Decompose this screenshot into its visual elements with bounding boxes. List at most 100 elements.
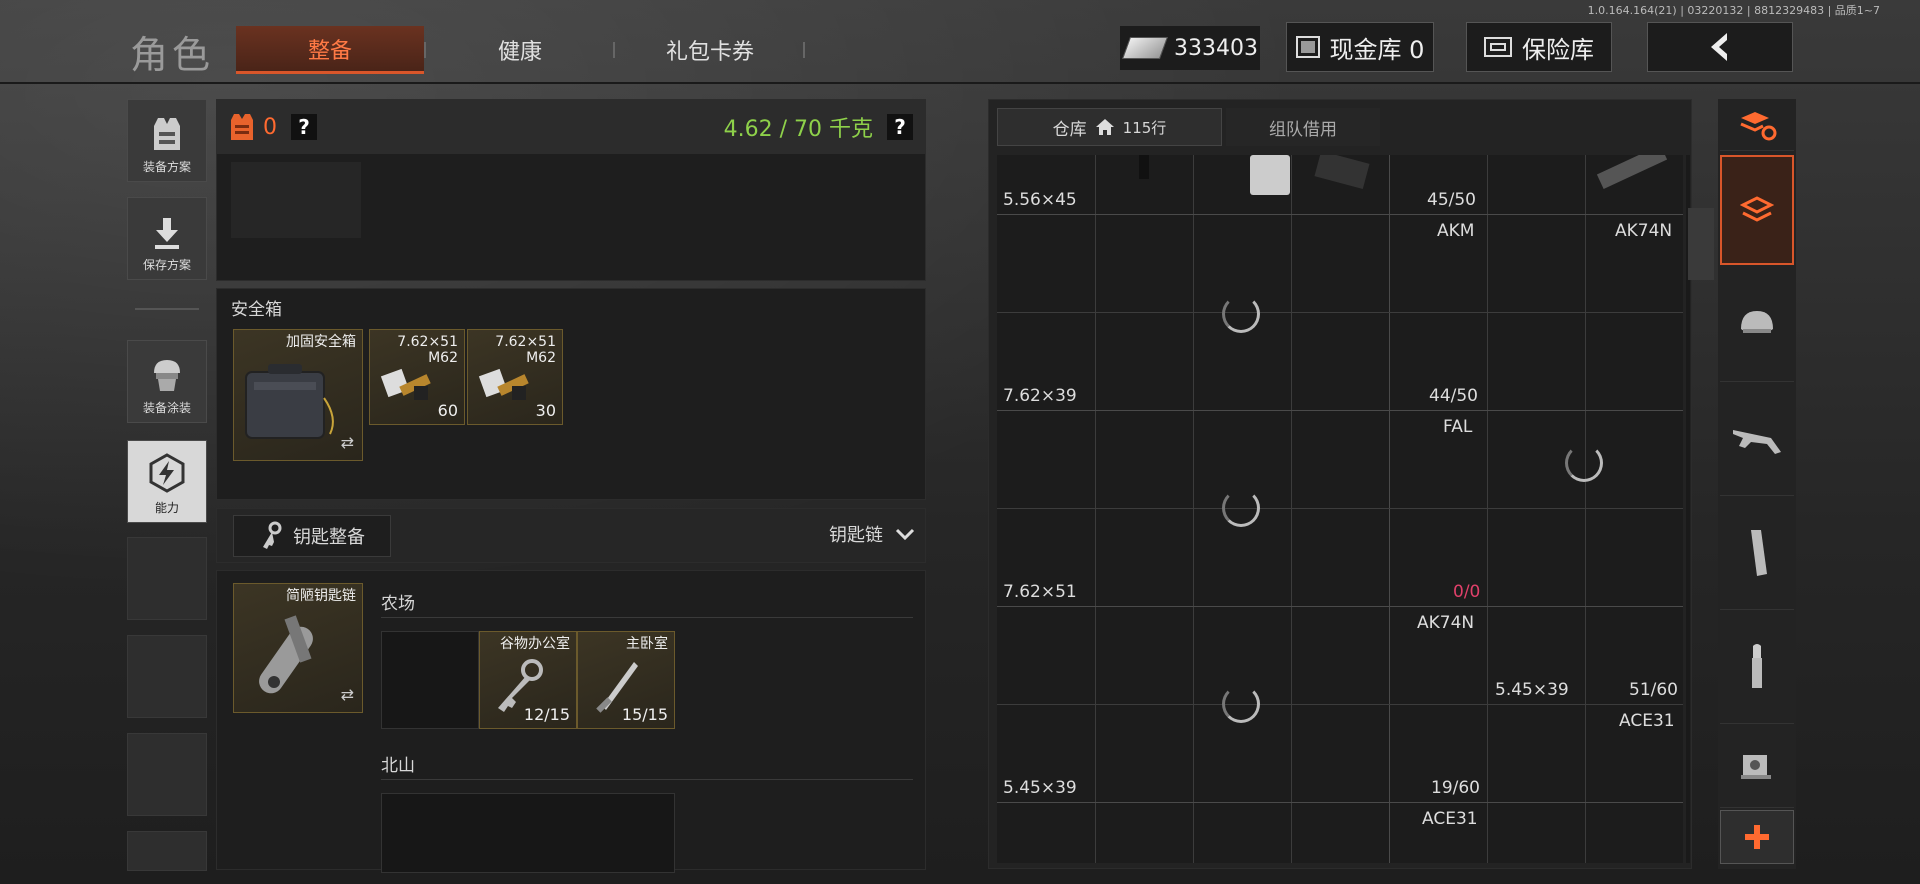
ammo-type: M62 bbox=[526, 350, 556, 366]
swap-icon: ⇄ bbox=[340, 685, 354, 704]
back-arrow-icon bbox=[1711, 33, 1727, 61]
weight-help-button[interactable]: ? bbox=[887, 114, 913, 140]
tab-gift-coupons[interactable]: 礼包卡券 bbox=[630, 26, 790, 74]
ammo-box-icon bbox=[380, 368, 431, 400]
magazine-icon bbox=[1751, 529, 1767, 576]
save-plan-button[interactable]: 保存方案 bbox=[127, 197, 207, 280]
loading-spinner-icon bbox=[1565, 444, 1603, 482]
ammo-caliber: 7.62×51 bbox=[397, 334, 458, 350]
money-amount: 333403 bbox=[1174, 35, 1258, 61]
ammo-slot[interactable]: 7.62×51 M62 30 bbox=[467, 329, 563, 425]
ability-button[interactable]: 能力 bbox=[127, 440, 207, 523]
armor-vest-icon bbox=[231, 114, 253, 140]
item-count: 45/50 bbox=[1427, 190, 1476, 210]
cash-vault-button[interactable]: 现金库 0 bbox=[1286, 22, 1434, 72]
empty-slot bbox=[127, 635, 207, 718]
armor-count: 0 bbox=[263, 114, 277, 140]
item-image bbox=[1596, 155, 1668, 190]
scrollbar-thumb[interactable] bbox=[1688, 208, 1714, 280]
item-count: 0/0 bbox=[1453, 582, 1481, 602]
keychain-slot[interactable]: 简陋钥匙链 ⇄ bbox=[233, 583, 363, 713]
section-divider bbox=[381, 617, 913, 618]
loading-spinner-icon bbox=[1222, 295, 1260, 333]
layers-refresh-icon bbox=[1740, 111, 1777, 140]
section-divider bbox=[381, 779, 913, 780]
key-section-title: 农场 bbox=[381, 594, 415, 614]
keychain-icon bbox=[259, 615, 313, 694]
item-name: AK74N bbox=[1417, 613, 1475, 633]
menu-divider bbox=[135, 308, 199, 310]
download-icon bbox=[155, 218, 179, 249]
item-name: ACE31 bbox=[1422, 809, 1478, 829]
safe-vault-button[interactable]: 保险库 bbox=[1466, 22, 1612, 72]
item-image bbox=[1250, 155, 1290, 195]
keychain-dropdown[interactable]: 钥匙链 bbox=[829, 521, 915, 547]
key-section-title: 北山 bbox=[381, 756, 415, 776]
armor-help-button[interactable]: ? bbox=[291, 114, 317, 140]
skin-button[interactable]: 装备涂装 bbox=[127, 340, 207, 423]
warehouse-rows: 115行 bbox=[1122, 118, 1167, 137]
category-magazine[interactable] bbox=[1720, 496, 1794, 610]
plus-icon bbox=[1745, 825, 1769, 849]
ammo-slot[interactable]: 7.62×51 M62 60 bbox=[369, 329, 465, 425]
category-ammo[interactable] bbox=[1720, 610, 1794, 724]
ammo-box-icon bbox=[478, 368, 529, 400]
item-caliber: 5.45×39 bbox=[1495, 680, 1569, 700]
ammo-caliber: 7.62×51 bbox=[495, 334, 556, 350]
back-button[interactable] bbox=[1647, 22, 1793, 72]
key-slot[interactable]: 谷物办公室 12/15 bbox=[479, 631, 577, 729]
scope-icon bbox=[1741, 754, 1771, 779]
money-display: 333403 bbox=[1120, 26, 1260, 70]
vault-icon bbox=[1295, 36, 1320, 58]
key-icon bbox=[263, 521, 282, 549]
cash-vault-label: 现金库 0 bbox=[1329, 35, 1425, 64]
category-attachment[interactable] bbox=[1720, 724, 1794, 808]
loading-spinner-icon bbox=[1222, 489, 1260, 527]
tab-health[interactable]: 健康 bbox=[440, 26, 600, 74]
cash-icon bbox=[1121, 37, 1169, 59]
key-slot-empty[interactable] bbox=[381, 793, 675, 873]
armor-panel: 0 ? 4.62 / 70 千克 ? bbox=[216, 99, 926, 281]
tab-warehouse[interactable]: 仓库 115行 bbox=[997, 108, 1222, 146]
key-name: 主卧室 bbox=[626, 636, 668, 652]
tab-team-borrow[interactable]: 组队借用 bbox=[1226, 108, 1380, 146]
key-slot[interactable]: 主卧室 15/15 bbox=[577, 631, 675, 729]
safebox-container-slot[interactable]: 加固安全箱 ⇄ bbox=[233, 329, 363, 461]
category-all[interactable] bbox=[1720, 155, 1794, 265]
category-helmet[interactable] bbox=[1720, 268, 1794, 382]
safe-icon bbox=[1484, 37, 1512, 57]
tab-loadout[interactable]: 整备 bbox=[236, 26, 424, 74]
tab-divider bbox=[803, 42, 805, 58]
ability-lightning-icon bbox=[149, 453, 185, 493]
tab-divider bbox=[613, 42, 615, 58]
loading-spinner-icon bbox=[1222, 685, 1260, 723]
refresh-layers-button[interactable] bbox=[1720, 99, 1794, 151]
loadout-plan-button[interactable]: 装备方案 bbox=[127, 99, 207, 182]
add-category-button[interactable] bbox=[1720, 810, 1794, 864]
item-caliber: 5.56×45 bbox=[1003, 190, 1077, 210]
item-count: 51/60 bbox=[1629, 680, 1678, 700]
rifle-icon bbox=[1733, 429, 1781, 454]
ammo-count: 60 bbox=[437, 401, 458, 420]
safe-vault-label: 保险库 bbox=[1522, 35, 1594, 64]
armor-header: 0 ? 4.62 / 70 千克 ? bbox=[217, 100, 925, 154]
keychain-dropdown-label: 钥匙链 bbox=[829, 525, 883, 546]
item-name: ACE31 bbox=[1619, 711, 1675, 731]
vest-icon bbox=[154, 118, 180, 150]
item-name: AK74N bbox=[1615, 221, 1673, 241]
warehouse-tab-label: 仓库 bbox=[1052, 119, 1087, 140]
chevron-down-icon bbox=[895, 528, 915, 540]
category-weapon[interactable] bbox=[1720, 382, 1794, 496]
key-slot-empty[interactable] bbox=[381, 631, 479, 729]
empty-slot bbox=[127, 733, 207, 816]
ability-label: 能力 bbox=[154, 501, 179, 515]
armor-item-slot[interactable] bbox=[231, 162, 361, 238]
key-count: 15/15 bbox=[621, 705, 668, 724]
key-loadout-button[interactable]: 钥匙整备 bbox=[233, 515, 391, 557]
loadout-plan-label: 装备方案 bbox=[142, 160, 191, 174]
ammo-label: 7.62×51 M62 bbox=[397, 334, 458, 366]
keychain-panel: 简陋钥匙链 ⇄ 农场 谷物办公室 12/15 主卧室 15/15 北山 bbox=[216, 570, 926, 873]
warehouse-grid[interactable]: 5.56×45 45/50 AKM AK74N 7.62×39 44/50 FA… bbox=[997, 155, 1683, 863]
item-count: 19/60 bbox=[1431, 778, 1480, 798]
home-icon bbox=[1095, 119, 1114, 135]
